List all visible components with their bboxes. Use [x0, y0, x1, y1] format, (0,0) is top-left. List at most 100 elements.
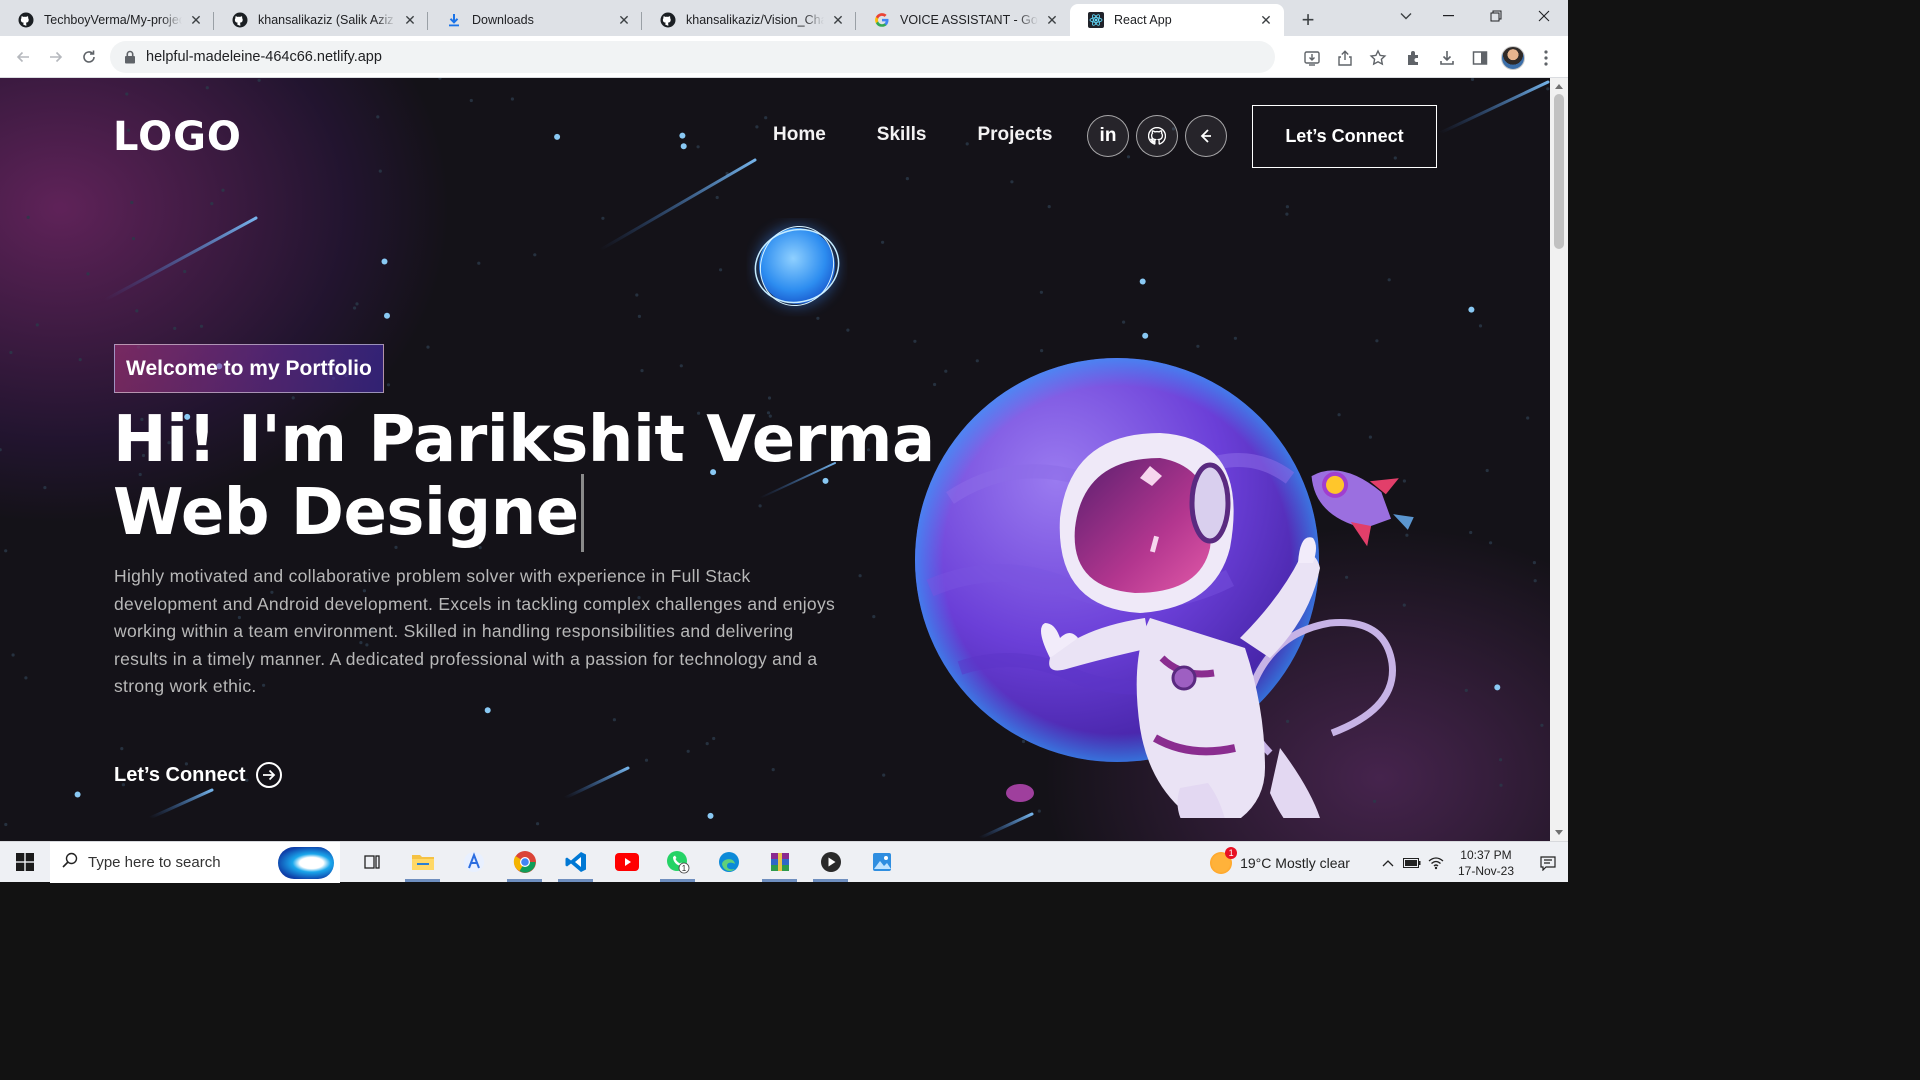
side-panel-icon[interactable] — [1463, 41, 1496, 74]
browser-tab[interactable]: VOICE ASSISTANT - Google ✕ — [856, 4, 1070, 36]
page-viewport: LOGO Home Skills Projects in Let’s Conne… — [0, 78, 1550, 841]
small-blue-planet-illustration — [754, 224, 840, 308]
whatsapp-icon[interactable]: 1 — [652, 842, 703, 883]
wifi-icon[interactable] — [1424, 856, 1448, 870]
minimize-icon[interactable] — [1424, 0, 1472, 32]
youtube-icon[interactable] — [601, 842, 652, 883]
edge-icon[interactable] — [703, 842, 754, 883]
file-explorer-icon[interactable] — [397, 842, 448, 883]
app-store-icon[interactable] — [448, 842, 499, 883]
browser-tab-active[interactable]: React App ✕ — [1070, 4, 1284, 36]
download-icon — [446, 12, 462, 28]
search-icon — [62, 852, 78, 872]
reload-icon[interactable] — [72, 40, 105, 73]
browser-tab[interactable]: khansalikaziz (Salik Aziz Khan) ✕ — [214, 4, 428, 36]
google-icon — [874, 12, 890, 28]
tab-title: VOICE ASSISTANT - Google — [900, 13, 1038, 27]
menu-dots-icon[interactable] — [1529, 41, 1562, 74]
search-placeholder: Type here to search — [88, 853, 221, 871]
address-bar[interactable]: helpful-madeleine-464c66.netlify.app — [110, 41, 1275, 73]
nav-link-projects[interactable]: Projects — [977, 124, 1052, 146]
chrome-icon[interactable] — [499, 842, 550, 883]
forward-icon[interactable] — [39, 40, 72, 73]
weather-widget[interactable]: 19°C Mostly clear — [1210, 846, 1350, 874]
site-logo[interactable]: LOGO — [113, 114, 242, 160]
vscode-icon[interactable] — [550, 842, 601, 883]
lets-connect-link[interactable]: Let’s Connect — [114, 762, 282, 788]
tab-search-icon[interactable] — [1394, 6, 1418, 26]
lets-connect-button[interactable]: Let’s Connect — [1252, 105, 1437, 168]
taskbar-search-input[interactable]: Type here to search — [50, 841, 340, 883]
notification-icon[interactable] — [1528, 855, 1568, 871]
new-tab-button[interactable]: + — [1292, 4, 1324, 36]
github-icon — [18, 12, 34, 28]
task-view-icon[interactable] — [346, 842, 397, 883]
winrar-icon[interactable] — [754, 842, 805, 883]
tab-title: khansalikaziz (Salik Aziz Khan) — [258, 13, 396, 27]
url-text: helpful-madeleine-464c66.netlify.app — [146, 49, 382, 65]
scroll-up-arrow-icon[interactable] — [1555, 84, 1563, 89]
hero-description: Highly motivated and collaborative probl… — [114, 566, 836, 697]
tab-title: khansalikaziz/Vision_Chat-Gpt — [686, 13, 824, 27]
close-tab-icon[interactable]: ✕ — [1044, 12, 1060, 28]
install-app-icon[interactable] — [1295, 41, 1328, 74]
headline-line-1: Hi! I'm Parikshit Verma — [113, 403, 935, 477]
downloads-icon[interactable] — [1430, 41, 1463, 74]
battery-icon[interactable] — [1400, 857, 1424, 868]
clock-time: 10:37 PM — [1460, 847, 1512, 862]
fiverr-icon[interactable] — [1185, 115, 1227, 157]
windows-start-icon[interactable] — [0, 842, 50, 883]
weather-sun-icon — [1210, 846, 1238, 874]
social-links: in — [1087, 115, 1227, 157]
browser-tab[interactable]: TechboyVerma/My-project ✕ — [0, 4, 214, 36]
page-scrollbar[interactable] — [1550, 78, 1568, 841]
main-nav: Home Skills Projects — [773, 124, 1103, 146]
restore-icon[interactable] — [1472, 0, 1520, 32]
taskbar-clock[interactable]: 10:37 PM 17-Nov-23 — [1458, 847, 1514, 879]
scrollbar-thumb[interactable] — [1554, 94, 1564, 249]
system-tray: 19°C Mostly clear 10:37 PM 17-Nov-23 — [1210, 842, 1568, 883]
close-tab-icon[interactable]: ✕ — [188, 12, 204, 28]
headline-line-2: Web Designe — [113, 476, 579, 550]
github-icon — [232, 12, 248, 28]
share-icon[interactable] — [1328, 41, 1361, 74]
extensions-icon[interactable] — [1397, 41, 1430, 74]
clock-date: 17-Nov-23 — [1457, 863, 1514, 878]
whatsapp-badge-count: 1 — [681, 864, 686, 873]
browser-toolbar: helpful-madeleine-464c66.netlify.app — [0, 36, 1568, 78]
cta-label: Let’s Connect — [114, 763, 246, 786]
bookmark-star-icon[interactable] — [1361, 41, 1394, 74]
close-tab-icon[interactable]: ✕ — [402, 12, 418, 28]
close-tab-icon[interactable]: ✕ — [1258, 12, 1274, 28]
close-window-icon[interactable] — [1520, 0, 1568, 32]
weather-text: 19°C Mostly clear — [1240, 854, 1350, 871]
scroll-down-arrow-icon[interactable] — [1555, 830, 1563, 835]
window-controls — [1424, 0, 1568, 32]
close-tab-icon[interactable]: ✕ — [830, 12, 846, 28]
tab-title: Downloads — [472, 13, 534, 27]
browser-tab-strip: TechboyVerma/My-project ✕ khansalikaziz … — [0, 0, 1568, 36]
hero-headline: Hi! I'm Parikshit Verma Web Designe — [113, 407, 935, 552]
browser-tab[interactable]: khansalikaziz/Vision_Chat-Gpt ✕ — [642, 4, 856, 36]
linkedin-icon[interactable]: in — [1087, 115, 1129, 157]
react-icon — [1088, 12, 1104, 28]
back-icon[interactable] — [6, 40, 39, 73]
windows-taskbar: Type here to search 1 1 19°C Mostly clea… — [0, 841, 1568, 883]
media-player-icon[interactable] — [805, 842, 856, 883]
welcome-tagline: Welcome to my Portfolio — [114, 344, 384, 393]
tab-title: TechboyVerma/My-project — [44, 13, 182, 27]
github-icon — [660, 12, 676, 28]
nav-link-skills[interactable]: Skills — [877, 124, 927, 146]
search-highlight-icon[interactable] — [278, 846, 334, 879]
profile-avatar[interactable] — [1496, 41, 1529, 74]
typing-cursor — [580, 474, 584, 552]
close-tab-icon[interactable]: ✕ — [616, 12, 632, 28]
tray-chevron-up-icon[interactable] — [1376, 859, 1400, 867]
browser-tab[interactable]: Downloads ✕ — [428, 4, 642, 36]
github-icon[interactable] — [1136, 115, 1178, 157]
lock-icon[interactable] — [122, 49, 138, 65]
tab-title: React App — [1114, 13, 1172, 27]
photos-icon[interactable] — [856, 842, 907, 883]
nav-link-home[interactable]: Home — [773, 124, 826, 146]
arrow-right-circle-icon — [255, 762, 282, 788]
